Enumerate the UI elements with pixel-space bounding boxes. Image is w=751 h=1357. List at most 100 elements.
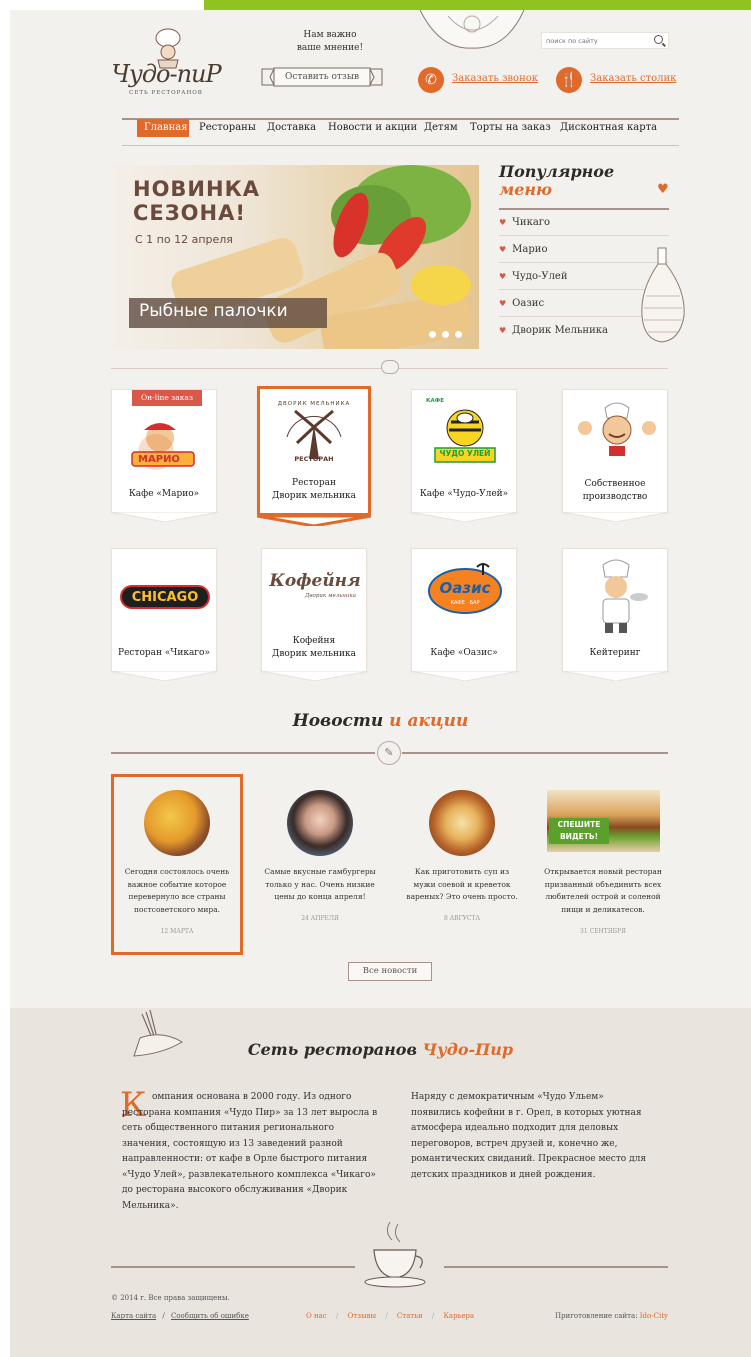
chudo-uley-logo-top: КАФЕ	[426, 398, 444, 404]
search-box[interactable]	[541, 32, 669, 49]
nav-item-home[interactable]: Главная	[144, 122, 188, 133]
news-text-3[interactable]: Как приготовить суп из мужи соевой и кре…	[403, 866, 521, 904]
opinion-text-1: Нам важно	[303, 30, 357, 40]
footer-link-separator: /	[431, 1312, 435, 1320]
fork-knife-icon: 🍴	[556, 67, 582, 93]
news-title-part2: и акции	[389, 711, 469, 731]
card-point	[562, 512, 670, 522]
about-title-part2: Чудо-Пир	[422, 1040, 514, 1059]
feedback-button-label: Оставить отзыв	[284, 72, 360, 82]
news-image-2[interactable]	[287, 790, 353, 856]
cloud-ornament-icon	[381, 360, 399, 374]
chicago-logo-text: CHICAGO	[131, 590, 199, 605]
call-button[interactable]: ✆ Заказать звонок	[418, 67, 542, 93]
card-caption: Кафе «Чудо-Улей»	[419, 489, 509, 499]
all-news-button[interactable]: Все новости	[348, 962, 432, 981]
feedback-button[interactable]: Оставить отзыв	[260, 65, 384, 89]
card-point	[261, 671, 369, 681]
footer-link-articles[interactable]: Статьи	[397, 1312, 423, 1320]
top-accent-bar	[204, 0, 751, 10]
all-news-label: Все новости	[362, 966, 418, 976]
promo-banner[interactable]: НОВИНКА СЕЗОНА! С 1 по 12 апреля Рыбные …	[111, 165, 479, 349]
slider-dot-1[interactable]	[429, 331, 436, 338]
news-text-2[interactable]: Самые вкусные гамбургеры только у нас. О…	[261, 866, 379, 904]
header-divider	[122, 118, 679, 120]
banner-title-2: СЕЗОНА!	[133, 201, 246, 225]
search-input[interactable]	[546, 34, 646, 47]
card-caption: Кейтеринг	[589, 648, 641, 658]
nav-item-restaurants[interactable]: Рестораны	[199, 122, 256, 133]
popular-title-2: меню	[499, 180, 553, 199]
online-order-badge[interactable]: Он-line заказ	[132, 390, 202, 406]
popular-item-label: Дворик Мельника	[512, 325, 608, 336]
card-caption-2: Дворик мельника	[272, 649, 356, 659]
nav-divider	[122, 145, 679, 146]
card-point	[257, 516, 371, 526]
footer-left-links: Карта сайта / Сообщить об ошибке	[111, 1312, 249, 1320]
slider-dot-2[interactable]	[442, 331, 449, 338]
about-title: Сеть ресторанов Чудо-Пир	[10, 1040, 751, 1059]
made-by: Приготовление сайта: Ido-City	[540, 1312, 668, 1320]
footer-link-reviews[interactable]: Отзывы	[348, 1312, 377, 1320]
heart-bullet-icon: ♥	[499, 299, 507, 308]
news-image-3[interactable]	[429, 790, 495, 856]
slider-dot-3[interactable]	[455, 331, 462, 338]
about-column-2: Наряду с демократичным «Чудо Ульем» появ…	[411, 1092, 647, 1180]
restaurant-card-catering[interactable]: Кейтеринг	[562, 548, 670, 681]
heart-icon: ♥	[657, 182, 669, 197]
page: Чудо-пиР СЕТЬ РЕСТОРАНОВ Нам важно ваше …	[10, 10, 751, 1357]
call-link[interactable]: Заказать звонок	[452, 73, 538, 84]
news-title-part1: Новости	[292, 711, 384, 731]
restaurant-card-coffee[interactable]: Кофейня Дворик мельника Кофейня Дворик м…	[261, 548, 369, 681]
news-date-4: 31 СЕНТЯБРЯ	[580, 928, 626, 935]
popular-item-chicago[interactable]: ♥ Чикаго	[499, 210, 669, 236]
nav-item-cakes[interactable]: Торты на заказ	[470, 122, 551, 133]
nav-item-news[interactable]: Новости и акции	[328, 122, 417, 133]
nav-item-kids[interactable]: Детям	[424, 122, 458, 133]
footer-link-separator: /	[162, 1312, 165, 1320]
restaurant-card-production[interactable]: Собственное производство	[562, 389, 670, 522]
news-image-1[interactable]	[144, 790, 210, 856]
restaurant-card-oasis[interactable]: Оазис КАФЕ · БАР Кафе «Оазис»	[411, 548, 519, 681]
card-caption-2: производство	[582, 492, 648, 502]
news-divider-right	[402, 752, 668, 754]
card-caption-1: Кофейня	[292, 636, 336, 646]
news-date-3: 8 АВГУСТА	[443, 915, 481, 922]
nav-item-delivery[interactable]: Доставка	[267, 122, 316, 133]
news-date-1: 12 МАРТА	[160, 928, 194, 935]
table-button[interactable]: 🍴 Заказать столик	[556, 67, 680, 93]
footer-divider-left	[111, 1266, 355, 1268]
about-column-1: омпания основана в 2000 году. Из одного …	[122, 1092, 378, 1211]
copyright: © 2014 г. Все права защищены.	[111, 1294, 230, 1302]
restaurant-card-mario[interactable]: Он-line заказ МАРИО Кафе «Марио»	[111, 389, 219, 522]
footer-link-separator: /	[335, 1312, 339, 1320]
table-link[interactable]: Заказать столик	[590, 73, 676, 84]
restaurant-card-chudo-uley[interactable]: КАФЕ ЧУДО УЛЕЙ Кафе «Чудо-Улей»	[411, 389, 519, 522]
made-by-prefix: Приготовление сайта:	[554, 1312, 638, 1320]
news-text-4[interactable]: Открывается новый ресторан призванный об…	[544, 866, 662, 916]
restaurant-card-chicago[interactable]: CHICAGO Ресторан «Чикаго»	[111, 548, 219, 681]
catering-chef-logo	[602, 559, 648, 633]
heart-bullet-icon: ♥	[499, 272, 507, 281]
news-text-1[interactable]: Сегодня состоялось очень важное событие …	[118, 866, 236, 916]
footer-link-report-error[interactable]: Сообщить об ошибке	[171, 1312, 249, 1320]
popular-item-label: Марио	[512, 244, 548, 255]
footer-link-separator: /	[385, 1312, 388, 1320]
card-caption: Кафе «Марио»	[128, 489, 200, 499]
nav-item-discount[interactable]: Дисконтная карта	[560, 122, 657, 133]
restaurant-card-dvorik[interactable]: ДВОРИК МЕЛЬНИКА РЕСТОРАН Ресторан Дворик…	[257, 386, 371, 526]
banner-date: С 1 по 12 апреля	[135, 233, 233, 246]
footer-link-sitemap[interactable]: Карта сайта	[111, 1312, 156, 1320]
card-point	[562, 671, 670, 681]
footer-divider-right	[444, 1266, 668, 1268]
card-point	[411, 512, 519, 522]
logo[interactable]: Чудо-пиР СЕТЬ РЕСТОРАНОВ	[110, 24, 222, 99]
footer-link-about[interactable]: О нас	[306, 1312, 327, 1320]
chudo-uley-logo-text: ЧУДО УЛЕЙ	[439, 449, 491, 458]
popular-title-1: Популярное	[499, 162, 615, 181]
news-image-4[interactable]: СПЕШИТЕ ВИДЕТЬ!	[547, 790, 660, 852]
oasis-logo-sub: КАФЕ · БАР	[450, 600, 480, 606]
card-point	[111, 512, 219, 522]
footer-link-career[interactable]: Карьера	[444, 1312, 475, 1320]
made-by-link[interactable]: Ido-City	[640, 1312, 668, 1320]
